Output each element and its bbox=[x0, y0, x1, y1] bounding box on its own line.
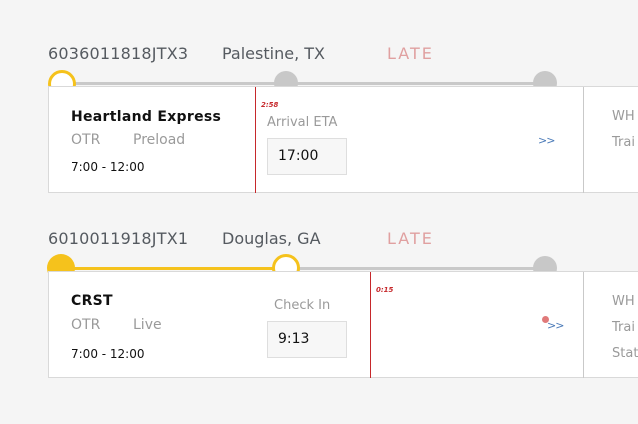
side-label: Stat bbox=[612, 346, 638, 361]
side-label: Trai bbox=[612, 320, 635, 335]
appointment-window: 7:00 - 12:00 bbox=[71, 160, 145, 174]
load-detail-panel: CRST OTR Live 7:00 - 12:00 Check In 9:13… bbox=[48, 271, 638, 378]
progress-track bbox=[62, 82, 546, 85]
load-city: Douglas, GA bbox=[222, 229, 321, 248]
load-type-tag: OTR bbox=[71, 132, 101, 148]
status-badge: LATE bbox=[387, 44, 434, 63]
side-label: WH bbox=[612, 109, 635, 124]
progress-track-fill bbox=[62, 267, 286, 270]
late-marker-time: 0:15 bbox=[376, 286, 394, 294]
late-marker-time: 2:58 bbox=[261, 101, 279, 109]
column-divider bbox=[583, 87, 584, 193]
field-label: Arrival ETA bbox=[267, 115, 338, 130]
status-badge: LATE bbox=[387, 229, 434, 248]
load-city: Palestine, TX bbox=[222, 44, 325, 63]
load-id[interactable]: 6010011918JTX1 bbox=[48, 229, 188, 248]
appointment-window: 7:00 - 12:00 bbox=[71, 347, 145, 361]
side-label: Trai bbox=[612, 135, 635, 150]
load-type-tag: OTR bbox=[71, 317, 101, 333]
side-label: WH bbox=[612, 294, 635, 309]
load-detail-panel: Heartland Express OTR Preload 7:00 - 12:… bbox=[48, 86, 638, 193]
arrival-eta-input[interactable]: 17:00 bbox=[267, 138, 347, 175]
field-label: Check In bbox=[274, 298, 331, 313]
column-divider bbox=[583, 272, 584, 378]
load-id[interactable]: 6036011818JTX3 bbox=[48, 44, 188, 63]
late-marker-line bbox=[370, 272, 371, 378]
carrier-name: Heartland Express bbox=[71, 109, 222, 125]
load-mode-tag: Preload bbox=[133, 132, 186, 148]
late-marker-line bbox=[255, 87, 256, 193]
expand-chevron-icon[interactable]: >> bbox=[547, 319, 564, 332]
expand-chevron-icon[interactable]: >> bbox=[538, 134, 555, 147]
check-in-input[interactable]: 9:13 bbox=[267, 321, 347, 358]
carrier-name: CRST bbox=[71, 293, 113, 309]
load-mode-tag: Live bbox=[133, 317, 162, 333]
